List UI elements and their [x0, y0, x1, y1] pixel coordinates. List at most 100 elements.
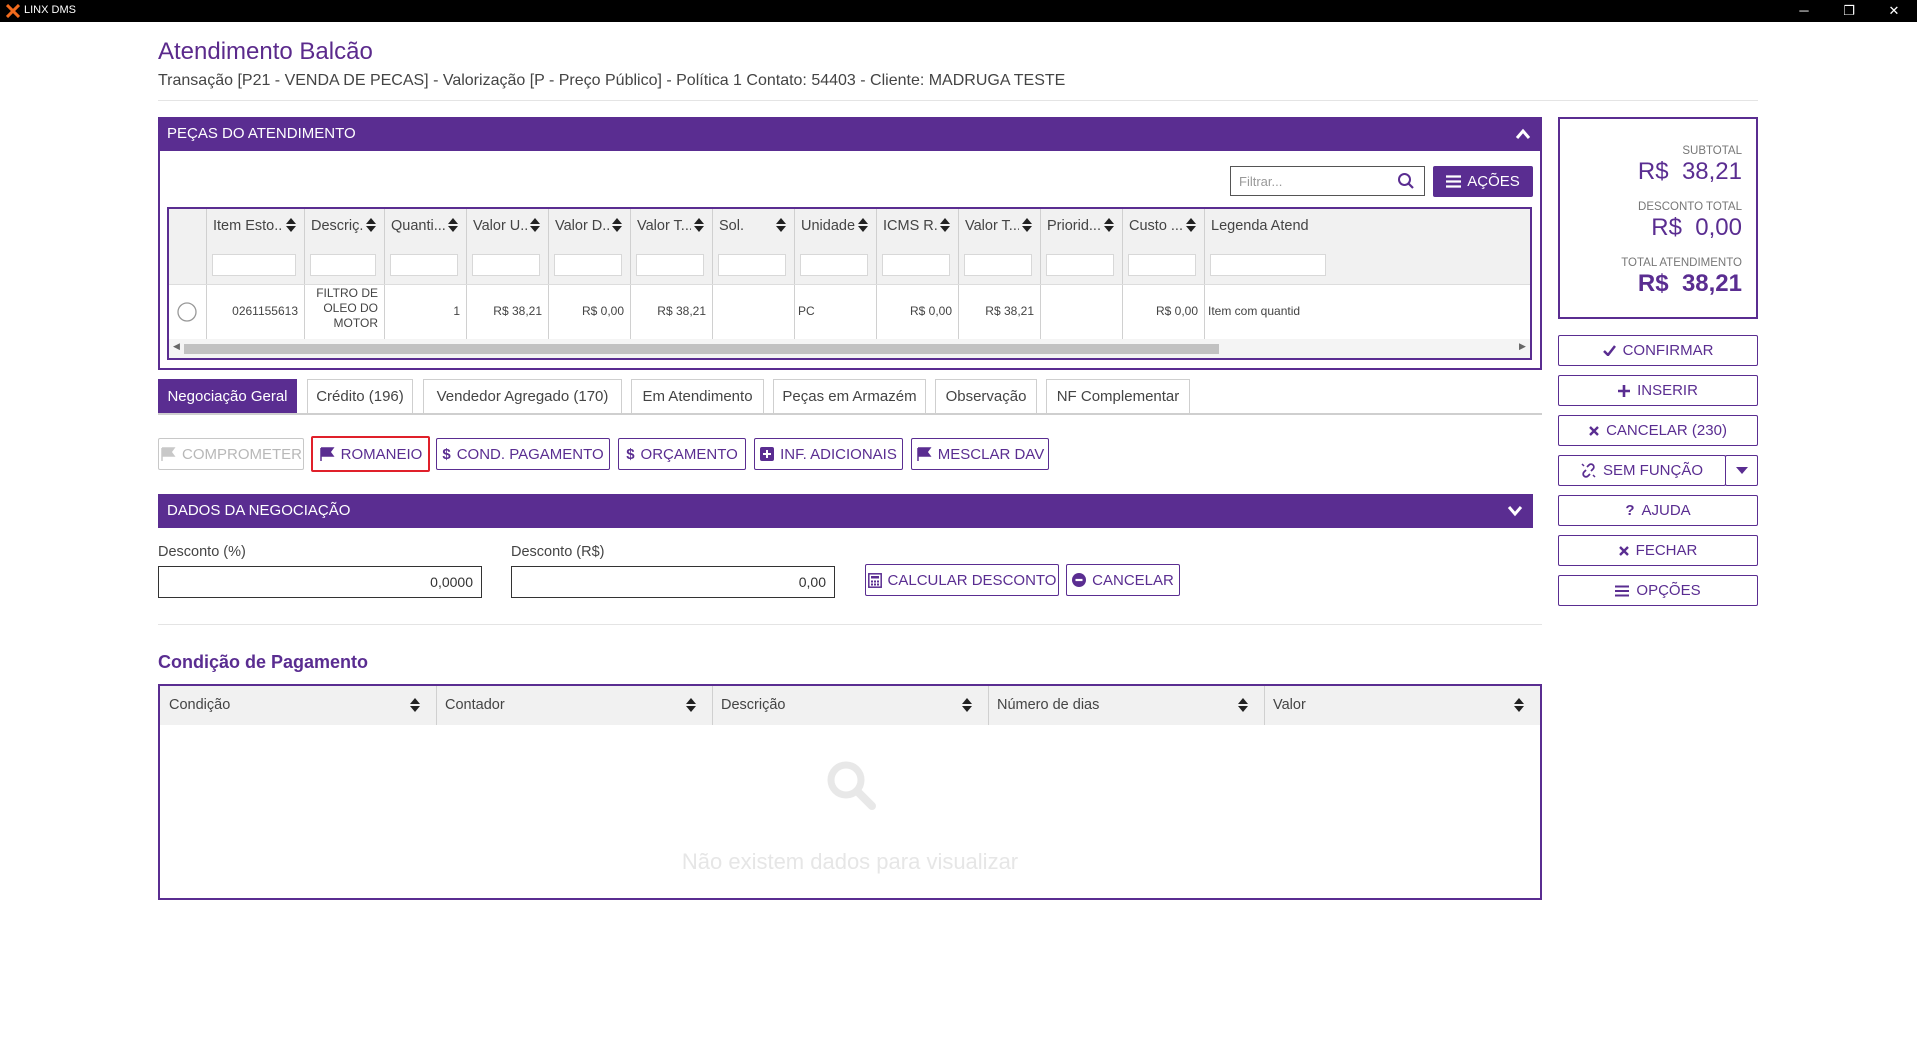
grid-column-header[interactable]: Custo ... — [1129, 218, 1183, 234]
romaneio-button[interactable]: ROMANEIO — [311, 436, 430, 472]
cancelar-desconto-button[interactable]: CANCELAR — [1066, 564, 1180, 596]
grid-column-filter-input[interactable] — [636, 254, 704, 276]
cancelar-desconto-label: CANCELAR — [1092, 571, 1174, 589]
table-row[interactable]: 0261155613 FILTRO DE OLEO DO MOTOR 1 R$ 38,21… — [169, 285, 1530, 339]
grid-scrollbar-thumb[interactable] — [184, 344, 1219, 354]
mesclar-dav-button[interactable]: MESCLAR DAV — [911, 438, 1049, 470]
inf-adicionais-button[interactable]: INF. ADICIONAIS — [754, 438, 903, 470]
grid-column-filter-input[interactable] — [882, 254, 950, 276]
sort-icon[interactable] — [366, 218, 376, 232]
grid-column-header[interactable]: Descriç... — [311, 218, 363, 234]
scroll-right-arrow-icon[interactable]: ▶ — [1519, 341, 1526, 352]
grid-column-filter-input[interactable] — [212, 254, 296, 276]
grid-column-filter-input[interactable] — [1046, 254, 1114, 276]
grid-cell-total-value: R$ 38,21 — [657, 304, 706, 318]
grid-column-filter-input[interactable] — [718, 254, 786, 276]
grid-filter-input[interactable]: Filtrar... — [1230, 166, 1425, 196]
sort-icon[interactable] — [410, 698, 420, 712]
grid-column-filter-input[interactable] — [800, 254, 868, 276]
sort-icon[interactable] — [686, 698, 696, 712]
payment-column-header[interactable]: Descrição — [721, 697, 785, 713]
comprometer-button[interactable]: COMPROMETER — [158, 438, 304, 470]
sort-icon[interactable] — [962, 698, 972, 712]
sort-icon[interactable] — [694, 218, 704, 232]
x-icon — [1589, 425, 1599, 436]
sem-funcao-button[interactable]: SEM FUNÇÃO — [1558, 455, 1726, 486]
grid-column-header[interactable]: Unidade — [801, 218, 855, 234]
parts-panel-title: PEÇAS DO ATENDIMENTO — [167, 125, 356, 142]
grid-column-header[interactable]: Sol. — [719, 218, 773, 234]
sort-icon[interactable] — [858, 218, 868, 232]
discount-value-field[interactable]: 0,00 — [511, 566, 835, 598]
grid-column-header[interactable]: Valor U... — [473, 218, 527, 234]
cond-pagamento-button[interactable]: $ COND. PAGAMENTO — [436, 438, 610, 470]
sort-icon[interactable] — [286, 218, 296, 232]
fechar-button[interactable]: FECHAR — [1558, 535, 1758, 566]
sem-funcao-dropdown-button[interactable] — [1725, 455, 1758, 486]
grid-column-header[interactable]: Valor T... — [637, 218, 691, 234]
payment-column-header[interactable]: Condição — [169, 697, 230, 713]
tab-negociacao-geral[interactable]: Negociação Geral — [158, 379, 297, 413]
scroll-left-arrow-icon[interactable]: ◀ — [173, 341, 180, 352]
sort-icon[interactable] — [530, 218, 540, 232]
expand-chevron-down-icon[interactable] — [1507, 504, 1523, 518]
sort-icon[interactable] — [940, 218, 950, 232]
close-window-button[interactable]: ✕ — [1877, 1, 1911, 21]
unlink-icon — [1581, 463, 1596, 478]
sort-icon[interactable] — [448, 218, 458, 232]
romaneio-label: ROMANEIO — [340, 445, 423, 463]
linx-logo-icon — [6, 4, 20, 18]
payment-column-header[interactable]: Contador — [445, 697, 505, 713]
grid-column-header[interactable]: Legenda Atend — [1211, 218, 1313, 234]
inserir-button[interactable]: INSERIR — [1558, 375, 1758, 406]
opcoes-button[interactable]: OPÇÕES — [1558, 575, 1758, 606]
grid-column-filter-input[interactable] — [964, 254, 1032, 276]
tab-pecas-em-armazem[interactable]: Peças em Armazém — [773, 379, 926, 413]
search-icon[interactable] — [1397, 172, 1415, 190]
restore-button[interactable]: ❐ — [1832, 1, 1866, 21]
grid-column-header[interactable]: Valor D... — [555, 218, 609, 234]
cancelar-label: CANCELAR (230) — [1606, 422, 1727, 439]
grid-column-filter-input[interactable] — [472, 254, 540, 276]
row-select-radio[interactable] — [177, 302, 197, 322]
tab-nf-complementar[interactable]: NF Complementar — [1046, 379, 1190, 413]
orcamento-label: ORÇAMENTO — [640, 445, 738, 463]
discount-percent-field[interactable]: 0,0000 — [158, 566, 482, 598]
sort-icon[interactable] — [1186, 218, 1196, 232]
minimize-button[interactable]: ─ — [1787, 1, 1821, 21]
calcular-desconto-button[interactable]: CALCULAR DESCONTO — [865, 564, 1059, 596]
grid-column-header[interactable]: Item Esto... — [213, 218, 283, 234]
tab-observacao[interactable]: Observação — [935, 379, 1037, 413]
grid-column-header[interactable]: ICMS R... — [883, 218, 937, 234]
actions-menu-button[interactable]: AÇÕES — [1433, 166, 1533, 197]
ajuda-button[interactable]: ? AJUDA — [1558, 495, 1758, 526]
grid-column-filter-input[interactable] — [554, 254, 622, 276]
grid-column-filter-input[interactable] — [1128, 254, 1196, 276]
orcamento-button[interactable]: $ ORÇAMENTO — [618, 438, 746, 470]
grid-column-filter-input[interactable] — [390, 254, 458, 276]
sort-icon[interactable] — [1022, 218, 1032, 232]
grid-column-filter-input[interactable] — [310, 254, 376, 276]
grid-column-header[interactable]: Priorid... — [1047, 218, 1101, 234]
grid-column-header[interactable]: Valor T... — [965, 218, 1019, 234]
sort-icon[interactable] — [1514, 698, 1524, 712]
tab-em-atendimento[interactable]: Em Atendimento — [631, 379, 764, 413]
grid-horizontal-scrollbar[interactable]: ◀ ▶ — [169, 339, 1530, 358]
confirmar-button[interactable]: CONFIRMAR — [1558, 335, 1758, 366]
sort-icon[interactable] — [776, 218, 786, 232]
payment-column-header[interactable]: Número de dias — [997, 697, 1099, 713]
cancelar-button[interactable]: CANCELAR (230) — [1558, 415, 1758, 446]
grid-column-filter-input[interactable] — [1210, 254, 1326, 276]
sort-icon[interactable] — [1238, 698, 1248, 712]
grid-column-header[interactable]: Quanti... — [391, 218, 445, 234]
negotiation-section-header[interactable]: DADOS DA NEGOCIAÇÃO — [158, 494, 1533, 528]
caret-down-icon — [1735, 467, 1748, 474]
tab-vendedor-agregado[interactable]: Vendedor Agregado (170) — [423, 379, 622, 413]
sort-icon[interactable] — [1104, 218, 1114, 232]
plus-icon — [1618, 384, 1631, 397]
tab-credito[interactable]: Crédito (196) — [307, 379, 413, 413]
sort-icon[interactable] — [612, 218, 622, 232]
payment-column-header[interactable]: Valor — [1273, 697, 1306, 713]
ajuda-label: AJUDA — [1641, 502, 1691, 519]
collapse-chevron-up-icon[interactable] — [1515, 127, 1531, 141]
